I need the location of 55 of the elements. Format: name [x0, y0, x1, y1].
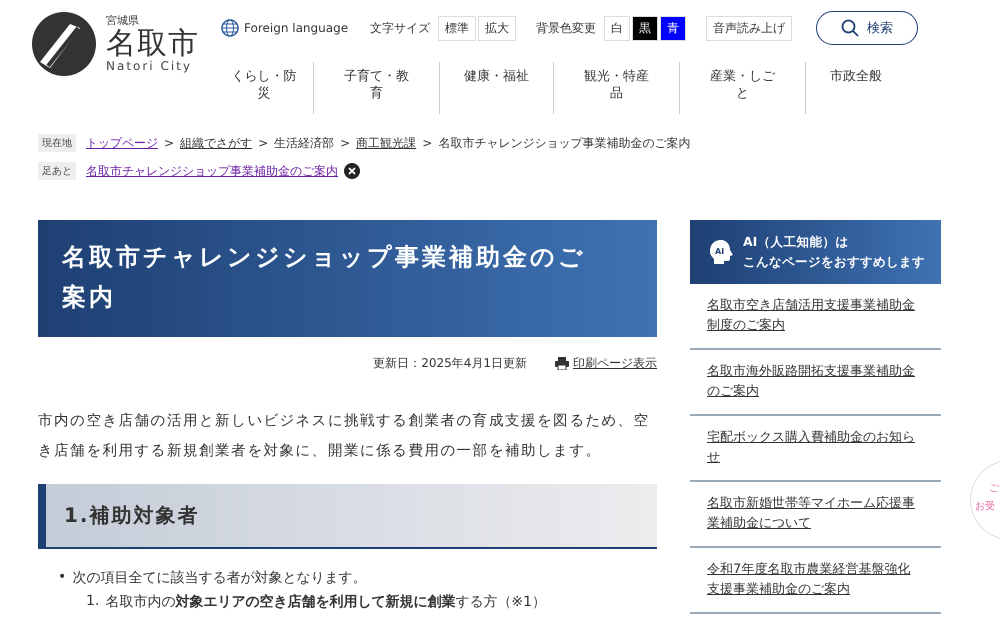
nav-menu-item[interactable]: 観光・特産品: [553, 62, 679, 114]
background-color-button[interactable]: 白: [604, 16, 630, 40]
recommended-page-link[interactable]: 名取市空き店舗活用支援事業補助金制度のご案内: [707, 296, 919, 336]
font-size-label: 文字サイズ: [370, 20, 430, 36]
font-size-button[interactable]: 標準: [438, 16, 476, 40]
breadcrumb-link[interactable]: トップページ: [86, 134, 158, 152]
breadcrumb-link[interactable]: 組織でさがす: [180, 134, 252, 152]
bullet-mark: •: [58, 569, 66, 587]
badge-text: ご: [988, 482, 1000, 495]
breadcrumb-separator: >: [340, 136, 350, 150]
background-color-button[interactable]: 青: [660, 16, 686, 40]
breadcrumb-current: 生活経済部: [274, 134, 334, 152]
foreign-language-link[interactable]: Foreign language: [221, 19, 348, 37]
city-logo-icon: [30, 10, 98, 78]
breadcrumb-separator: >: [258, 136, 268, 150]
recommended-page-link[interactable]: 名取市新婚世帯等マイホーム応援事業補助金について: [707, 494, 919, 534]
badge-text: お受: [975, 500, 996, 513]
city-name-romaji: Natori City: [106, 60, 193, 74]
breadcrumb-link[interactable]: 商工観光課: [356, 134, 416, 152]
section-heading: 1.補助対象者: [38, 484, 657, 549]
footprint-link[interactable]: 名取市チャレンジショップ事業補助金のご案内: [86, 162, 338, 180]
intro-paragraph: 市内の空き店舗の活用と新しいビジネスに挑戦する創業者の育成支援を図るため、空き店舗を利用する新規創業者を対象に、開業に係る費用の一部を補助します。: [38, 412, 651, 461]
nav-menu-item[interactable]: 健康・福祉: [439, 62, 553, 114]
ai-head-icon: AI: [707, 238, 735, 266]
recommendation-title: こんなページをおすすめします: [743, 253, 925, 271]
search-button[interactable]: 検索: [816, 11, 918, 45]
printer-icon: [555, 357, 569, 370]
list-item-text: 名取市内の対象エリアの空き店舗を利用して新規に創業する方（※1）: [105, 593, 546, 611]
updated-date: 更新日：2025年4月1日更新: [373, 355, 527, 372]
breadcrumb-current: 名取市チャレンジショップ事業補助金のご案内: [438, 134, 690, 152]
footprint-label: 足あと: [38, 162, 76, 180]
breadcrumb-separator: >: [164, 136, 174, 150]
breadcrumb-separator: >: [422, 136, 432, 150]
nav-menu-item[interactable]: 市政全般: [805, 62, 906, 114]
recommended-page-link[interactable]: 宅配ボックス購入費補助金のお知らせ: [707, 428, 919, 468]
nav-menu-item[interactable]: 産業・しごと: [679, 62, 805, 114]
recommendation-title: AI（人工知能）は: [743, 233, 850, 251]
nav-menu-item[interactable]: くらし・防災: [215, 62, 313, 114]
close-icon[interactable]: [344, 163, 360, 179]
background-color-label: 背景色変更: [536, 20, 596, 36]
background-color-button[interactable]: 黒: [632, 16, 658, 40]
breadcrumb-label: 現在地: [38, 134, 76, 152]
recommended-page-link[interactable]: 令和7年度名取市農業経営基盤強化支援事業補助金のご案内: [707, 560, 919, 600]
list-item-text: 次の項目全てに該当する者が対象となります。: [72, 569, 366, 587]
city-name: 名取市: [106, 26, 199, 60]
read-aloud-button[interactable]: 音声読み上げ: [706, 16, 792, 40]
print-page-link[interactable]: 印刷ページ表示: [555, 355, 657, 372]
globe-icon: [221, 19, 239, 37]
page-title: 名取市チャレンジショップ事業補助金のご案内: [38, 220, 657, 337]
list-number: 1.: [86, 593, 100, 611]
prefecture-name: 宮城県: [106, 14, 140, 27]
font-size-button[interactable]: 拡大: [478, 16, 516, 40]
search-icon: [841, 19, 860, 37]
recommended-page-link[interactable]: 名取市海外販路開拓支援事業補助金のご案内: [707, 362, 919, 402]
nav-menu-item[interactable]: 子育て・教育: [313, 62, 439, 114]
